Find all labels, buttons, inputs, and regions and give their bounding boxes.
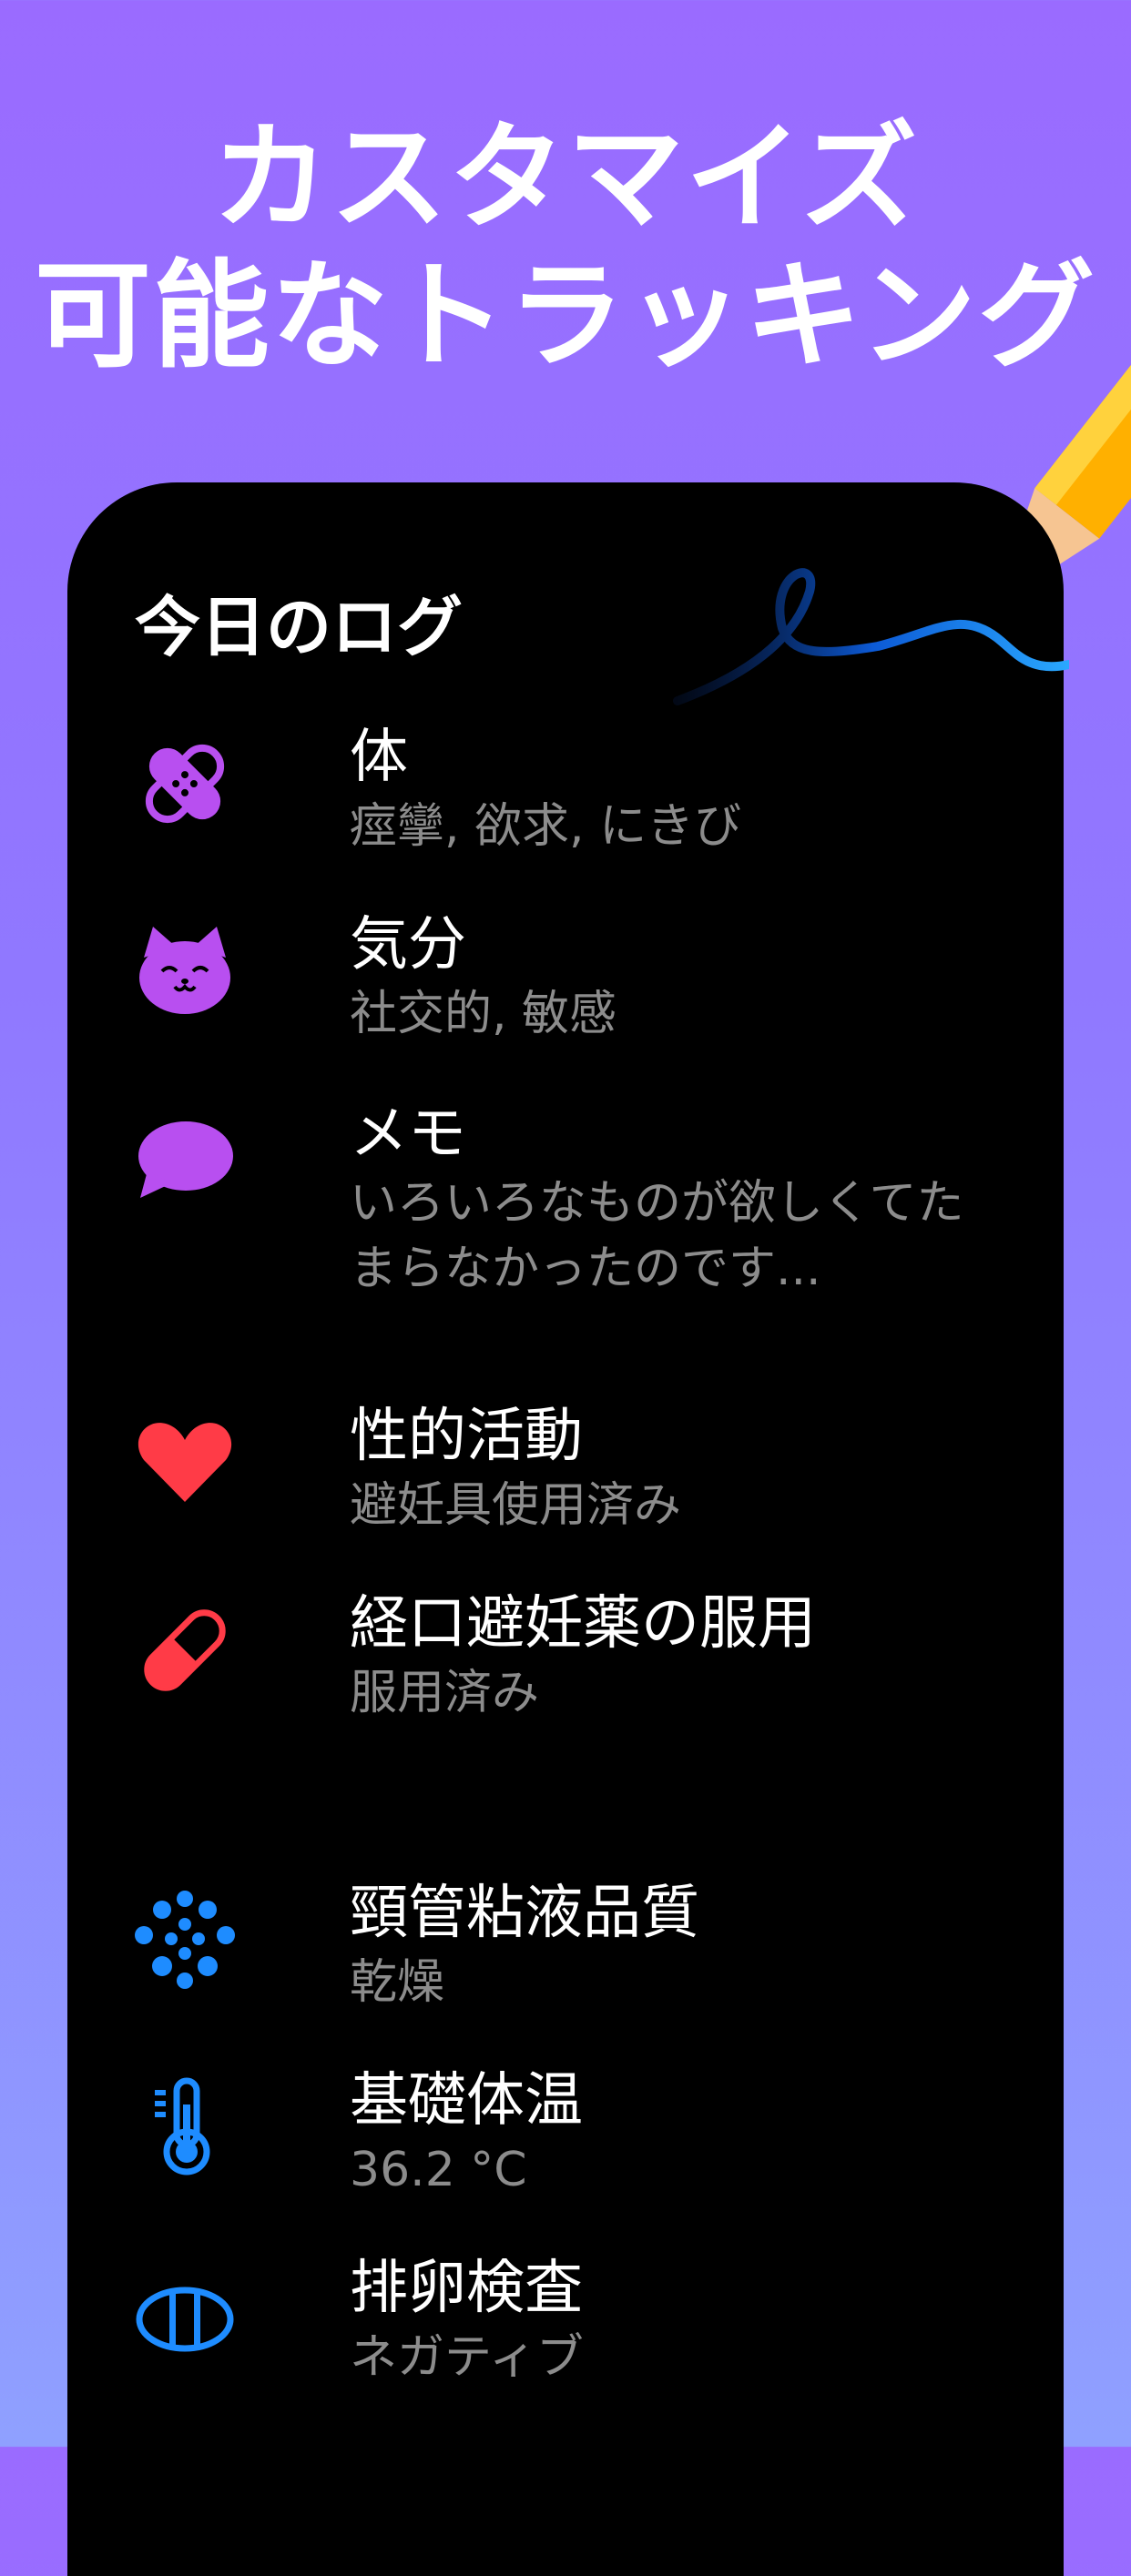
log-item-detail: 痙攣, 欲求, にきび [350,799,742,854]
log-item-detail: 避妊具使用済み [350,1478,682,1533]
bandage-icon [135,734,235,834]
pill-icon [135,1600,235,1700]
heart-icon [135,1413,235,1513]
log-item-detail: 36.2 °C [350,2143,527,2197]
log-item-detail: ネガティブ [350,2330,584,2385]
log-item-detail: 社交的, 敏感 [350,987,617,1041]
log-item-detail: 乾燥 [350,1955,445,2010]
speech-bubble-icon [135,1111,235,1211]
log-item-label: メモ [350,1100,466,1168]
ovulation-test-icon [135,2265,235,2365]
log-item-label: 気分 [350,911,466,979]
log-item-label: 基礎体温 [350,2067,583,2135]
log-item-label: 経口避妊薬の服用 [350,1590,816,1658]
log-item-label: 排卵検査 [350,2255,583,2322]
thermometer-icon [135,2077,235,2177]
dots-cluster-icon [135,1890,235,1990]
scribble-icon [673,568,1069,705]
log-item-label: 性的活動 [350,1403,583,1470]
log-item-label: 頸管粘液品質 [350,1880,699,1947]
phone-screen: 今日のログ 体 痙攣, 欲求, にきび 気分 社交的, 敏感 メモ いろいろなも… [67,482,1069,2576]
log-title: 今日のログ [135,589,464,665]
headline-line-1: カスタマイズ [211,110,920,246]
log-item-detail: いろいろなものが欲しくてたまらなかったのです... [350,1176,964,1296]
log-item-label: 体 [350,724,408,791]
log-item-detail: 服用済み [350,1666,540,1720]
cat-face-icon [135,921,235,1021]
